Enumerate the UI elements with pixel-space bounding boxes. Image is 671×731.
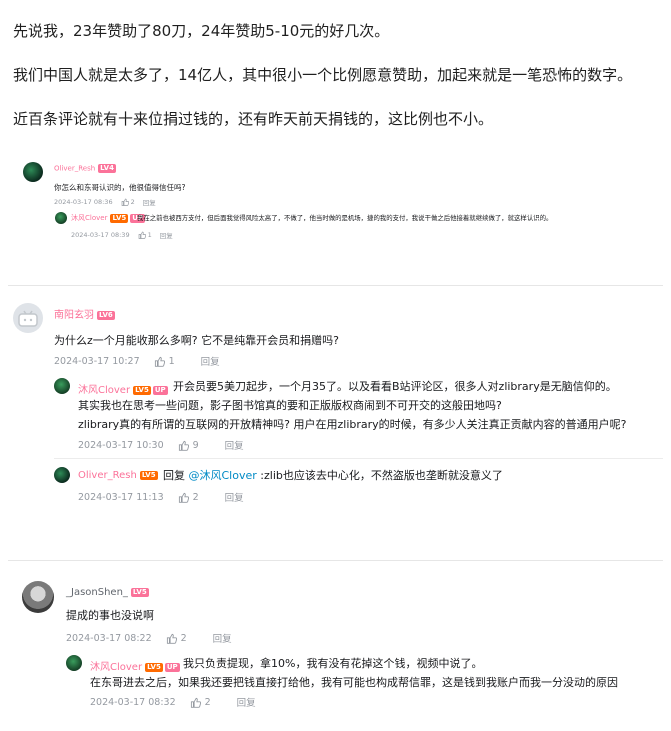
thumbs-up-icon bbox=[178, 492, 189, 503]
thumbs-up-icon bbox=[121, 198, 129, 206]
comment-meta: 2024-03-17 10:27 1 回复 bbox=[54, 354, 220, 369]
comment-card-2: 南阳玄羽 LV6 为什么z一个月能收那么多啊? 它不是纯靠开会员和捐赠吗? 202… bbox=[8, 285, 663, 517]
comment-username[interactable]: _JasonShen_ LV5 bbox=[66, 587, 149, 598]
like-button[interactable]: 2 bbox=[166, 633, 187, 644]
reply-button[interactable]: 回复 bbox=[237, 695, 256, 709]
intro-paragraph-1: 先说我，23年赞助了80刀，24年赞助5-10元的好几次。 bbox=[13, 22, 390, 40]
level-badge: LV5 bbox=[130, 587, 149, 597]
like-count: 1 bbox=[147, 231, 152, 239]
up-badge: UP bbox=[152, 385, 168, 395]
thumbs-up-icon bbox=[190, 697, 201, 708]
reply-button[interactable]: 回复 bbox=[143, 197, 156, 207]
level-badge: LV5 bbox=[145, 662, 163, 672]
level-badge: LV5 bbox=[133, 385, 151, 395]
thumbs-up-icon bbox=[138, 231, 146, 239]
comment-card-1: Oliver_Resh LV4 你怎么和东哥认识的，他很值得信任吗? 2024-0… bbox=[8, 152, 663, 270]
reply-divider bbox=[54, 458, 663, 459]
reply-text-line-3: zlibrary真的有所谓的互联网的开放精神吗? 用户在用zlibrary的时候… bbox=[78, 418, 627, 431]
like-count: 9 bbox=[192, 439, 199, 451]
comment-text: 提成的事也没说啊 bbox=[66, 609, 154, 622]
reply-time: 2024-03-17 11:13 bbox=[78, 491, 164, 503]
reply-time: 2024-03-17 08:32 bbox=[90, 696, 176, 708]
level-badge: LV5 bbox=[110, 213, 129, 223]
reply-meta: 2024-03-17 10:30 9 回复 bbox=[78, 438, 244, 453]
comment-meta: 2024-03-17 08:22 2 回复 bbox=[66, 631, 232, 646]
level-badge: LV4 bbox=[98, 164, 116, 173]
reply-meta: 2024-03-17 08:32 2 回复 bbox=[90, 695, 256, 710]
reply-button[interactable]: 回复 bbox=[213, 631, 232, 645]
level-badge: LV5 bbox=[139, 470, 158, 480]
avatar[interactable] bbox=[23, 162, 43, 182]
reply-text-line-2: 在东哥进去之后，如果我还要把钱直接打给他，我有可能也构成帮信罪，这是钱到我账户而… bbox=[90, 676, 618, 689]
comment-meta: 2024-03-17 08:36 2 回复 bbox=[54, 197, 156, 207]
tv-mascot-icon bbox=[18, 310, 38, 327]
reply-text: 回复 @沐风Clover :zlib也应该去中心化，不然盗版也垄断就没意义了 bbox=[163, 469, 503, 482]
level-badge: LV6 bbox=[97, 310, 115, 320]
like-button[interactable]: 2 bbox=[121, 198, 135, 206]
reply-meta: 2024-03-17 08:39 1 回复 bbox=[71, 230, 173, 240]
up-badge: UP bbox=[164, 662, 180, 672]
comment-time: 2024-03-17 10:27 bbox=[54, 355, 140, 367]
reply-username[interactable]: 沐风Clover LV5 UP bbox=[90, 658, 180, 673]
like-button[interactable]: 2 bbox=[178, 492, 199, 503]
like-count: 1 bbox=[168, 355, 175, 367]
post-intro: 先说我，23年赞助了80刀，24年赞助5-10元的好几次。 我们中国人就是太多了… bbox=[13, 20, 663, 152]
avatar[interactable] bbox=[22, 581, 54, 613]
thumbs-up-icon bbox=[166, 633, 177, 644]
reply-meta: 2024-03-17 11:13 2 回复 bbox=[78, 490, 244, 505]
comment-username[interactable]: Oliver_Resh LV4 bbox=[54, 164, 116, 173]
reply-time: 2024-03-17 08:39 bbox=[71, 231, 130, 239]
reply-button[interactable]: 回复 bbox=[160, 230, 173, 240]
reply-button[interactable]: 回复 bbox=[201, 354, 220, 368]
comment-card-3: _JasonShen_ LV5 提成的事也没说啊 2024-03-17 08:22… bbox=[8, 560, 663, 725]
comment-time: 2024-03-17 08:22 bbox=[66, 632, 152, 644]
avatar[interactable] bbox=[13, 303, 43, 333]
reply-username[interactable]: 沐风Clover LV5 UP bbox=[71, 213, 146, 223]
like-button[interactable]: 1 bbox=[138, 231, 152, 239]
avatar[interactable] bbox=[54, 467, 70, 483]
comment-time: 2024-03-17 08:36 bbox=[54, 198, 113, 206]
like-count: 2 bbox=[130, 198, 135, 206]
like-count: 2 bbox=[192, 491, 199, 503]
reply-time: 2024-03-17 10:30 bbox=[78, 439, 164, 451]
intro-paragraph-2: 我们中国人就是太多了，14亿人，其中很小一个比例愿意赞助，加起来就是一笔恐怖的数… bbox=[13, 66, 633, 84]
like-button[interactable]: 9 bbox=[178, 440, 199, 451]
reply-text-line-1: 我只负责提现，拿10%，我有没有花掉这个钱，视频中说了。 bbox=[183, 657, 483, 670]
comment-text: 你怎么和东哥认识的，他很值得信任吗? bbox=[54, 183, 186, 192]
reply-button[interactable]: 回复 bbox=[225, 490, 244, 504]
thumbs-up-icon bbox=[178, 440, 189, 451]
reply-text: 我在之前也被西方支付，但后面我觉得风险太高了，不做了，他当时做的是机场，捷的我的… bbox=[137, 214, 553, 222]
like-button[interactable]: 1 bbox=[154, 356, 175, 367]
mention-link[interactable]: @沐风Clover bbox=[189, 469, 257, 482]
comment-text: 为什么z一个月能收那么多啊? 它不是纯靠开会员和捐赠吗? bbox=[54, 334, 339, 347]
intro-paragraph-3: 近百条评论就有十来位捐过钱的，还有昨天前天捐钱的，这比例也不小。 bbox=[13, 110, 494, 128]
thumbs-up-icon bbox=[154, 356, 165, 367]
reply-text-line-1: 开会员要5美刀起步，一个月35了。以及看看B站评论区，很多人对zlibrary是… bbox=[173, 380, 617, 393]
avatar[interactable] bbox=[54, 378, 70, 394]
avatar[interactable] bbox=[66, 655, 82, 671]
reply-username[interactable]: Oliver_Resh LV5 bbox=[78, 470, 158, 481]
like-button[interactable]: 2 bbox=[190, 697, 211, 708]
like-count: 2 bbox=[204, 696, 211, 708]
reply-text-line-2: 其实我也在思考一些问题，影子图书馆真的要和正版版权商闹到不可开交的这般田地吗? bbox=[78, 399, 502, 412]
avatar[interactable] bbox=[55, 212, 67, 224]
like-count: 2 bbox=[180, 632, 187, 644]
comment-username[interactable]: 南阳玄羽 LV6 bbox=[54, 306, 115, 321]
reply-button[interactable]: 回复 bbox=[225, 438, 244, 452]
reply-username[interactable]: 沐风Clover LV5 UP bbox=[78, 381, 168, 396]
